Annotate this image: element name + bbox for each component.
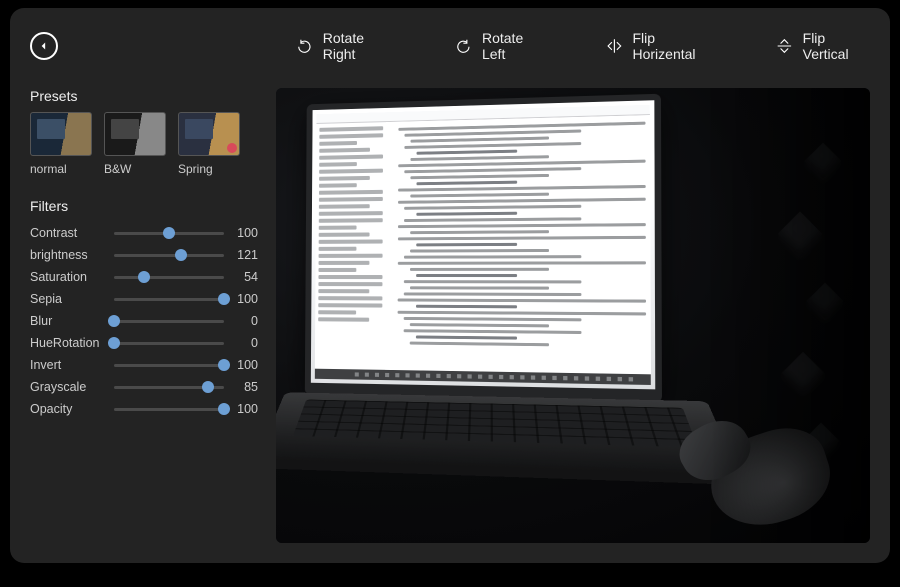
- filter-slider-sepia[interactable]: [114, 292, 224, 306]
- filter-label: Contrast: [30, 226, 108, 240]
- presets-heading: Presets: [30, 88, 258, 104]
- rotate-right-label: Rotate Right: [323, 30, 395, 62]
- filter-row-blur: Blur 0: [30, 310, 258, 332]
- filter-row-brightness: brightness 121: [30, 244, 258, 266]
- filter-value: 85: [230, 380, 258, 394]
- filter-label: HueRotation: [30, 336, 108, 350]
- flip-vertical-label: Flip Vertical: [803, 30, 870, 62]
- filter-row-contrast: Contrast 100: [30, 222, 258, 244]
- rotate-left-label: Rotate Left: [482, 30, 546, 62]
- image-preview: [276, 88, 870, 543]
- filter-label: Sepia: [30, 292, 108, 306]
- flip-horizontal-icon: [606, 37, 623, 55]
- filter-label: Saturation: [30, 270, 108, 284]
- editor-app: Rotate Right Rotate Left Flip Horizental…: [10, 8, 890, 563]
- filter-slider-contrast[interactable]: [114, 226, 224, 240]
- filter-value: 100: [230, 358, 258, 372]
- image-canvas[interactable]: [276, 88, 870, 543]
- rotate-left-button[interactable]: Rotate Left: [455, 30, 545, 62]
- filter-value: 54: [230, 270, 258, 284]
- filter-value: 100: [230, 292, 258, 306]
- filter-row-opacity: Opacity 100: [30, 398, 258, 420]
- sidebar: Presets normal B&W Spring Filters Contrast…: [30, 88, 258, 543]
- filter-slider-saturation[interactable]: [114, 270, 224, 284]
- filter-slider-brightness[interactable]: [114, 248, 224, 262]
- preset-thumb: [104, 112, 166, 156]
- filter-value: 100: [230, 226, 258, 240]
- filters-list: Contrast 100 brightness 121 Saturation 54 Sepi…: [30, 222, 258, 420]
- flip-horizontal-label: Flip Horizental: [633, 30, 716, 62]
- flip-vertical-button[interactable]: Flip Vertical: [776, 30, 870, 62]
- preset-b-w[interactable]: B&W: [104, 112, 166, 176]
- preset-normal[interactable]: normal: [30, 112, 92, 176]
- flip-horizontal-button[interactable]: Flip Horizental: [606, 30, 716, 62]
- transform-toolbar: Rotate Right Rotate Left Flip Horizental…: [288, 30, 870, 62]
- filter-value: 0: [230, 314, 258, 328]
- filter-slider-blur[interactable]: [114, 314, 224, 328]
- arrow-left-icon: [37, 39, 51, 53]
- rotate-right-button[interactable]: Rotate Right: [296, 30, 395, 62]
- filter-label: brightness: [30, 248, 108, 262]
- presets-list: normal B&W Spring: [30, 112, 258, 176]
- filter-label: Grayscale: [30, 380, 108, 394]
- filter-slider-invert[interactable]: [114, 358, 224, 372]
- back-button[interactable]: [30, 32, 58, 60]
- main-area: Presets normal B&W Spring Filters Contrast…: [30, 88, 870, 543]
- filter-row-invert: Invert 100: [30, 354, 258, 376]
- filter-label: Blur: [30, 314, 108, 328]
- filter-label: Invert: [30, 358, 108, 372]
- preset-label: Spring: [178, 162, 240, 176]
- filter-row-huerotation: HueRotation 0: [30, 332, 258, 354]
- filter-row-sepia: Sepia 100: [30, 288, 258, 310]
- topbar: Rotate Right Rotate Left Flip Horizental…: [30, 26, 870, 66]
- filter-row-saturation: Saturation 54: [30, 266, 258, 288]
- filter-value: 121: [230, 248, 258, 262]
- filter-value: 0: [230, 336, 258, 350]
- filter-row-grayscale: Grayscale 85: [30, 376, 258, 398]
- preset-thumb: [30, 112, 92, 156]
- filter-slider-grayscale[interactable]: [114, 380, 224, 394]
- filter-slider-huerotation[interactable]: [114, 336, 224, 350]
- laptop-illustration: [285, 93, 674, 456]
- preset-thumb: [178, 112, 240, 156]
- filter-label: Opacity: [30, 402, 108, 416]
- rotate-left-icon: [455, 37, 472, 55]
- filter-slider-opacity[interactable]: [114, 402, 224, 416]
- rotate-right-icon: [296, 37, 313, 55]
- preset-label: normal: [30, 162, 92, 176]
- preset-label: B&W: [104, 162, 166, 176]
- filters-heading: Filters: [30, 198, 258, 214]
- preset-spring[interactable]: Spring: [178, 112, 240, 176]
- flip-vertical-icon: [776, 37, 793, 55]
- filter-value: 100: [230, 402, 258, 416]
